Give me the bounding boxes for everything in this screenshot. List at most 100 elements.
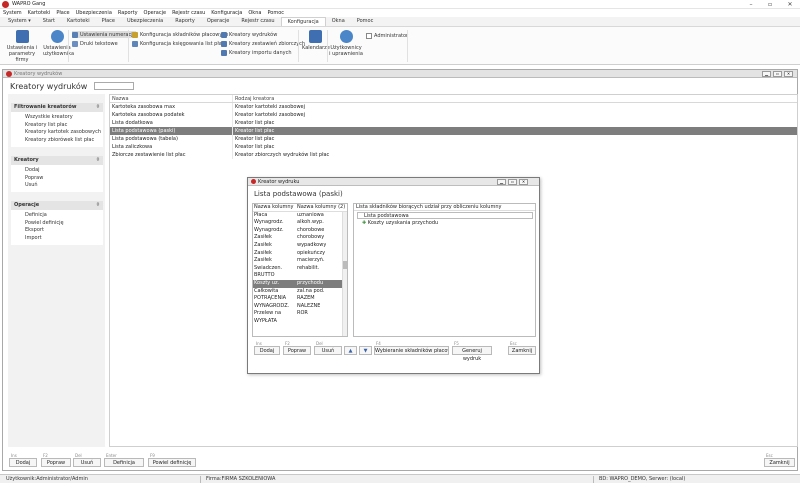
- tab-operacje[interactable]: Operacje: [201, 17, 236, 26]
- payroll-booking-config-button[interactable]: Konfiguracja księgowania list płac: [132, 40, 225, 47]
- maximize-icon[interactable]: ▫: [763, 0, 777, 9]
- table-row[interactable]: Lista zaliczkowa Kreator list płac: [110, 143, 797, 151]
- creators-section-header[interactable]: Kreatory ⇳: [11, 156, 103, 165]
- tab-raporty[interactable]: Raporty: [169, 17, 201, 26]
- filter-summary-creators[interactable]: Kreatory zbiorówek list płac: [11, 137, 103, 145]
- text-printouts-button[interactable]: Druki tekstowe: [72, 40, 118, 47]
- tab-ubezpieczenia[interactable]: Ubezpieczenia: [121, 17, 169, 26]
- list-item[interactable]: BRUTTO: [253, 272, 347, 280]
- scrollbar-thumb[interactable]: [343, 261, 347, 269]
- menu-operacje[interactable]: Operacje: [144, 10, 167, 16]
- filter-resource-card-creators[interactable]: Kreatory kartotek zasobowych: [11, 129, 103, 137]
- list-item[interactable]: Wynagrodz. chorobowe: [253, 227, 347, 235]
- sidebar-add[interactable]: Dodaj: [11, 167, 103, 175]
- menu-place[interactable]: Płace: [56, 10, 69, 16]
- tab-kartoteki[interactable]: Kartoteki: [61, 17, 96, 26]
- user-settings-button[interactable]: Ustawienia użytkownika: [43, 30, 74, 57]
- list-item[interactable]: Zasiłek macierzyń.: [253, 257, 347, 265]
- tree-root-node[interactable]: Lista podstawowa: [357, 212, 533, 219]
- collapse-icon[interactable]: ⇳: [96, 156, 100, 165]
- payroll-components-config-button[interactable]: Konfiguracja składników płacowych: [132, 31, 228, 38]
- minimize-icon[interactable]: –: [744, 0, 758, 9]
- dialog-minimize-icon[interactable]: ▁: [497, 179, 506, 185]
- tab-konfiguracja[interactable]: Konfiguracja: [280, 17, 326, 26]
- generate-report-button[interactable]: F5 Generuj wydruk: [452, 341, 492, 362]
- menu-rejestr-czasu[interactable]: Rejestr czasu: [172, 10, 205, 16]
- calendars-button[interactable]: Kalendarze: [302, 30, 330, 51]
- list-item-selected[interactable]: Koszty uz. przychodu: [253, 279, 347, 288]
- window-close-icon[interactable]: ✕: [784, 71, 793, 77]
- column-header-name[interactable]: Nazwa: [110, 95, 233, 102]
- move-up-button[interactable]: ▲: [344, 341, 357, 356]
- tree-child-node[interactable]: ✚ Koszty uzyskania przychodu: [354, 219, 535, 227]
- administrator-checkbox[interactable]: Administrator: [366, 32, 408, 39]
- table-row[interactable]: Kartoteka zasobowa podatek Kreator kartot…: [110, 111, 797, 119]
- numbering-settings-button[interactable]: Ustawienia numeracji: [72, 31, 136, 38]
- dialog-close-button[interactable]: Esc Zamknij: [508, 341, 536, 356]
- dialog-close-icon[interactable]: ✕: [519, 179, 528, 185]
- users-permissions-button[interactable]: Użytkownicy i uprawnienia: [329, 30, 363, 57]
- filter-section-header[interactable]: Filtrowanie kreatorów ⇳: [11, 103, 103, 112]
- select-components-button[interactable]: F4Wybieranie składników płacowych: [374, 341, 449, 356]
- table-row[interactable]: Lista podstawowa (tabela) Kreator list pł…: [110, 135, 797, 143]
- list-item[interactable]: POTRĄCENIA RAZEM: [253, 295, 347, 303]
- list-item[interactable]: Zasiłek opiekuńczy: [253, 250, 347, 258]
- column-header-type[interactable]: Rodzaj kreatora: [233, 95, 274, 102]
- dialog-delete-button[interactable]: Del Usuń: [314, 341, 342, 356]
- sidebar-delete[interactable]: Usuń: [11, 182, 103, 190]
- summary-creators-button[interactable]: Kreatory zestawień zbiorczych: [221, 40, 305, 47]
- menu-kartoteki[interactable]: Kartoteki: [28, 10, 51, 16]
- column-header-1[interactable]: Nazwa kolumny (1): [253, 204, 295, 211]
- edit-button[interactable]: F2 Popraw: [41, 453, 71, 468]
- list-item[interactable]: Wynagrodz. alkoh.wyp.: [253, 219, 347, 227]
- list-item[interactable]: Zasiłek chorobowy: [253, 234, 347, 242]
- tab-rejestr-czasu[interactable]: Rejestr czasu: [235, 17, 280, 26]
- tab-system[interactable]: System ▾: [2, 17, 37, 26]
- tab-okna[interactable]: Okna: [326, 17, 351, 26]
- add-button[interactable]: Ins Dodaj: [9, 453, 37, 468]
- firm-params-button[interactable]: Ustawienia i parametry firmy: [3, 30, 41, 63]
- report-creators-button[interactable]: Kreatory wydruków: [221, 31, 277, 38]
- filter-payroll-creators[interactable]: Kreatory list płac: [11, 122, 103, 130]
- tab-pomoc[interactable]: Pomoc: [351, 17, 380, 26]
- table-row[interactable]: Lista dodatkowa Kreator list płac: [110, 119, 797, 127]
- close-window-icon[interactable]: ✕: [783, 0, 797, 9]
- delete-button[interactable]: Del Usuń: [73, 453, 101, 468]
- menu-system[interactable]: System: [3, 10, 22, 16]
- window-restore-icon[interactable]: ▫: [773, 71, 782, 77]
- dialog-restore-icon[interactable]: ▫: [508, 179, 517, 185]
- columns-scrollbar[interactable]: [342, 212, 347, 336]
- sidebar-definition[interactable]: Definicja: [11, 212, 103, 220]
- filter-all-creators[interactable]: Wszystkie kreatory: [11, 114, 103, 122]
- list-item[interactable]: WYNAGRODZ. NALEŻNE: [253, 303, 347, 311]
- menu-konfiguracja[interactable]: Konfiguracja: [211, 10, 242, 16]
- dialog-edit-button[interactable]: F2 Popraw: [283, 341, 311, 356]
- sidebar-duplicate-definition[interactable]: Powiel definicję: [11, 220, 103, 228]
- list-item[interactable]: Przelew na ROR: [253, 310, 347, 318]
- search-input[interactable]: [94, 82, 134, 90]
- duplicate-definition-button[interactable]: F9 Powiel definicję: [148, 453, 196, 468]
- menu-ubezpieczenia[interactable]: Ubezpieczenia: [76, 10, 112, 16]
- move-down-button[interactable]: ▼: [359, 341, 372, 356]
- table-row-selected[interactable]: Lista podstawowa (paski) Kreator list pła…: [110, 127, 797, 135]
- close-button[interactable]: Esc Zamknij: [764, 453, 795, 468]
- sidebar-import[interactable]: Import: [11, 235, 103, 243]
- column-header-2[interactable]: Nazwa kolumny (2): [295, 204, 345, 211]
- sidebar-export[interactable]: Eksport: [11, 227, 103, 235]
- menu-raporty[interactable]: Raporty: [118, 10, 138, 16]
- definition-button[interactable]: Enter Definicja: [104, 453, 144, 468]
- list-item[interactable]: Płaca uznaniowa: [253, 212, 347, 220]
- list-item[interactable]: Świadczen. rehabilit.: [253, 265, 347, 273]
- window-minimize-icon[interactable]: ▁: [762, 71, 771, 77]
- dialog-add-button[interactable]: Ins Dodaj: [254, 341, 280, 356]
- table-row[interactable]: Zbiorcze zestawienie list płac Kreator zb…: [110, 151, 797, 159]
- menu-pomoc[interactable]: Pomoc: [267, 10, 284, 16]
- collapse-icon[interactable]: ⇳: [96, 103, 100, 112]
- tab-place[interactable]: Płace: [96, 17, 121, 26]
- sidebar-edit[interactable]: Popraw: [11, 175, 103, 183]
- table-row[interactable]: Kartoteka zasobowa max Kreator kartoteki …: [110, 103, 797, 111]
- import-creators-button[interactable]: Kreatory importu danych: [221, 49, 292, 56]
- tab-start[interactable]: Start: [37, 17, 61, 26]
- list-item[interactable]: Całkowita zal.na pod.: [253, 288, 347, 296]
- menu-okna[interactable]: Okna: [248, 10, 261, 16]
